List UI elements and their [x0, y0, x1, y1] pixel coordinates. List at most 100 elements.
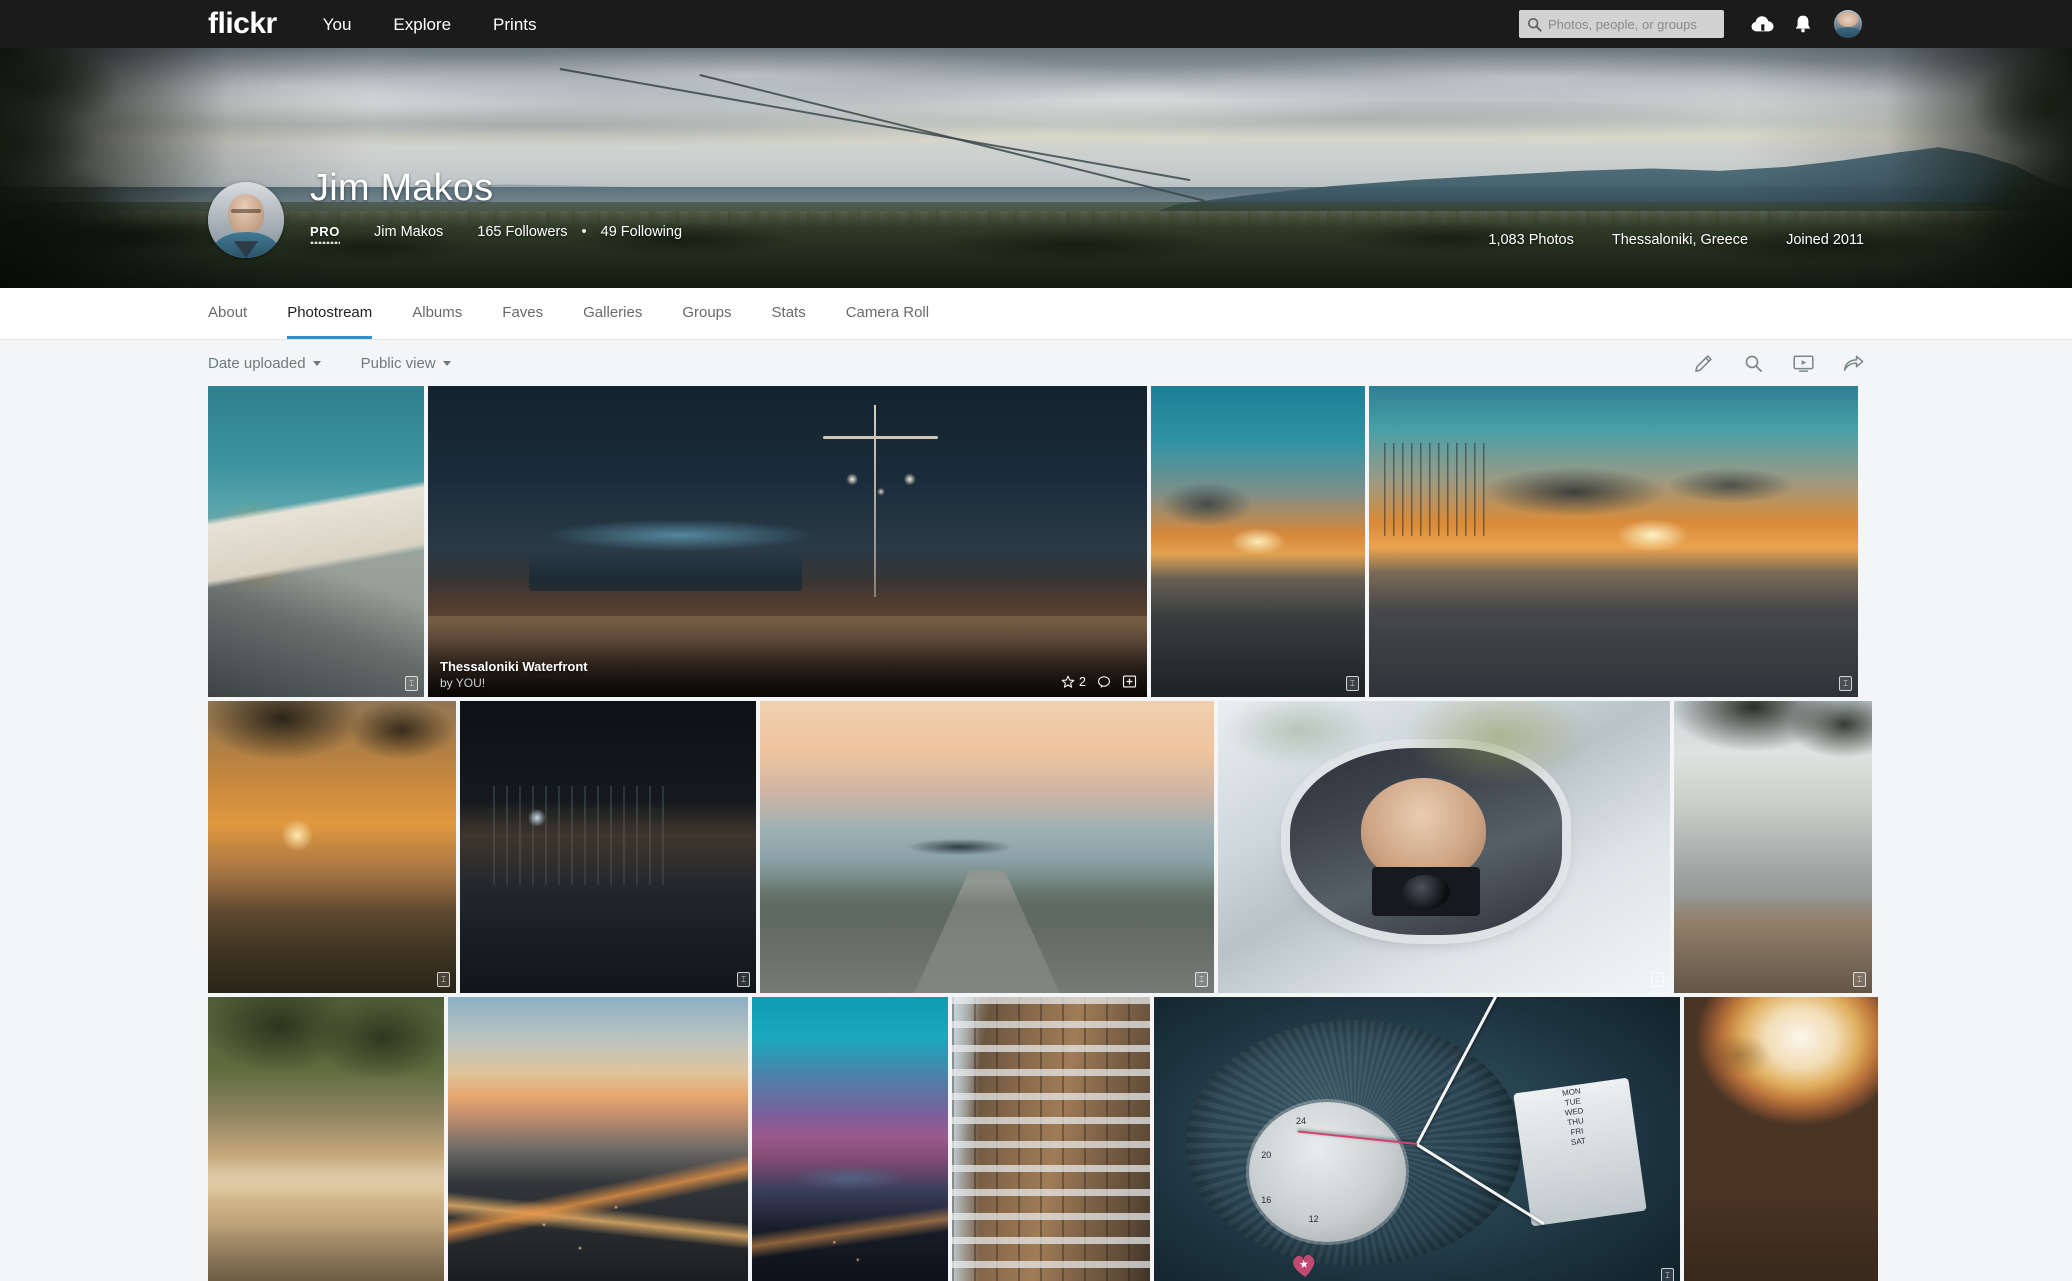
photo-tile[interactable]: 24 20 16 12 MONTUEWEDTHUFRISAT ⌶ [1154, 997, 1680, 1281]
watermark-badge: ⌶ [1853, 972, 1866, 987]
profile-meta-row: PRO Jim Makos 165 Followers • 49 Followi… [310, 224, 716, 245]
photo-thumbnail [208, 701, 456, 993]
photostream-filter-bar: Date uploaded Public view [0, 340, 2072, 386]
photo-tile[interactable] [952, 997, 1150, 1281]
star-icon [1061, 675, 1075, 688]
photo-thumbnail [752, 997, 948, 1281]
photo-title: Thessaloniki Waterfront [440, 659, 588, 674]
search-input[interactable] [1548, 16, 1716, 32]
add-to-album-icon [1122, 675, 1137, 688]
sort-dropdown-label: Date uploaded [208, 354, 306, 372]
photo-thumbnail [1684, 997, 1878, 1281]
tab-photostream[interactable]: Photostream [287, 288, 373, 339]
watermark-badge: ⌶ [1661, 1268, 1674, 1281]
photo-tile[interactable]: ⌶ [208, 386, 424, 697]
tab-galleries[interactable]: Galleries [583, 288, 642, 339]
photo-tile[interactable] [448, 997, 748, 1281]
view-dropdown[interactable]: Public view [361, 355, 451, 372]
profile-stats-group: 1,083 Photos Thessaloniki, Greece Joined… [1450, 232, 1864, 248]
search-icon [1527, 17, 1542, 32]
watermark-badge: ⌶ [1195, 972, 1208, 987]
photo-thumbnail: 24 20 16 12 MON TUE WED THU FRI SAT [1154, 997, 1680, 1281]
fave-count: 2 [1079, 674, 1086, 689]
watermark-badge: ⌶ [737, 972, 750, 987]
photo-tile-featured[interactable]: Thessaloniki Waterfront by YOU! 2 [428, 386, 1147, 697]
top-nav-left-group: flickr You Explore Prints [208, 9, 579, 39]
watermark-badge: ⌶ [1651, 972, 1664, 987]
profile-avatar[interactable] [208, 182, 284, 258]
account-avatar[interactable] [1834, 10, 1862, 38]
topnav-link-you[interactable]: You [323, 16, 352, 33]
avatar-shirt [1834, 27, 1862, 38]
page-title: Jim Makos [310, 167, 494, 209]
photostream-grid: ⌶ Thessaloniki Waterfront by YOU! 2 ⌶ ⌶ … [0, 386, 2072, 1281]
topnav-link-explore[interactable]: Explore [393, 16, 451, 33]
tab-faves[interactable]: Faves [502, 288, 543, 339]
watermark-badge: ⌶ [437, 972, 450, 987]
tab-groups[interactable]: Groups [682, 288, 731, 339]
flickr-logo[interactable]: flickr [208, 9, 277, 39]
view-dropdown-label: Public view [360, 354, 436, 372]
following-count[interactable]: 49 Following [601, 224, 682, 240]
share-icon[interactable] [1842, 352, 1864, 374]
pro-badge[interactable]: PRO [310, 224, 340, 245]
comment-button[interactable] [1097, 675, 1111, 689]
watermark-badge: ⌶ [405, 676, 418, 691]
add-to-album-button[interactable] [1122, 674, 1137, 689]
photo-tile[interactable]: ⌶ [460, 701, 756, 993]
photo-thumbnail [208, 386, 424, 697]
photo-row: 24 20 16 12 MONTUEWEDTHUFRISAT ⌶ [208, 997, 1878, 1281]
photo-thumbnail [460, 701, 756, 993]
tab-stats[interactable]: Stats [772, 288, 806, 339]
watermark-badge: ⌶ [1346, 676, 1359, 691]
sort-dropdown[interactable]: Date uploaded [208, 355, 321, 372]
fave-button[interactable]: 2 [1061, 675, 1086, 689]
profile-username[interactable]: Jim Makos [374, 224, 443, 240]
comment-bubble-icon [1098, 675, 1110, 688]
photo-tile[interactable] [1684, 997, 1878, 1281]
filter-action-group [1692, 352, 1864, 374]
photo-byline: by YOU! [440, 676, 486, 690]
photo-thumbnail [952, 997, 1150, 1281]
topnav-link-prints[interactable]: Prints [493, 16, 536, 33]
photo-tile[interactable] [752, 997, 948, 1281]
slideshow-icon[interactable] [1792, 352, 1814, 374]
top-nav-right-group [1519, 0, 1862, 48]
followers-count[interactable]: 165 Followers [477, 224, 567, 240]
search-box[interactable] [1519, 10, 1724, 38]
notifications-bell-icon[interactable] [1786, 7, 1820, 41]
profile-tab-bar: About Photostream Albums Faves Galleries… [0, 288, 2072, 340]
chevron-down-icon [312, 360, 321, 366]
photo-row: ⌶ ⌶ ⌶ ⌶ ⌶ [208, 701, 1872, 993]
photo-thumbnail [208, 997, 444, 1281]
watermark-badge: ⌶ [1839, 676, 1852, 691]
join-date: Joined 2011 [1786, 232, 1864, 248]
photo-thumbnail [448, 997, 748, 1281]
photo-thumbnail [1674, 701, 1872, 993]
photo-tile[interactable]: ⌶ [1151, 386, 1365, 697]
photo-tile[interactable]: ⌶ [760, 701, 1214, 993]
photo-thumbnail [1218, 701, 1670, 993]
tab-camera-roll[interactable]: Camera Roll [846, 288, 929, 339]
profile-identity-block: Jim Makos PRO Jim Makos 165 Followers • … [310, 158, 716, 245]
tab-about[interactable]: About [208, 288, 247, 339]
photo-thumbnail [1369, 386, 1858, 697]
photo-tile[interactable]: ⌶ [208, 701, 456, 993]
photo-tile[interactable]: ⌶ [1218, 701, 1670, 993]
photo-tile[interactable]: ⌶ [1674, 701, 1872, 993]
chevron-down-icon [442, 360, 451, 366]
profile-cover-banner: Jim Makos PRO Jim Makos 165 Followers • … [0, 48, 2072, 288]
tab-albums[interactable]: Albums [412, 288, 462, 339]
profile-header-content: Jim Makos PRO Jim Makos 165 Followers • … [208, 158, 1864, 288]
photo-count[interactable]: 1,083 Photos [1488, 232, 1573, 248]
search-icon[interactable] [1742, 352, 1764, 374]
photo-engagement-group: 2 [1061, 674, 1137, 689]
photo-row: ⌶ Thessaloniki Waterfront by YOU! 2 ⌶ ⌶ [208, 386, 1864, 697]
upload-icon[interactable] [1746, 7, 1780, 41]
photo-thumbnail [1151, 386, 1365, 697]
photo-thumbnail [760, 701, 1214, 993]
photo-tile[interactable]: ⌶ [1369, 386, 1858, 697]
photo-tile[interactable] [208, 997, 444, 1281]
profile-location[interactable]: Thessaloniki, Greece [1612, 232, 1748, 248]
edit-pencil-icon[interactable] [1692, 352, 1714, 374]
